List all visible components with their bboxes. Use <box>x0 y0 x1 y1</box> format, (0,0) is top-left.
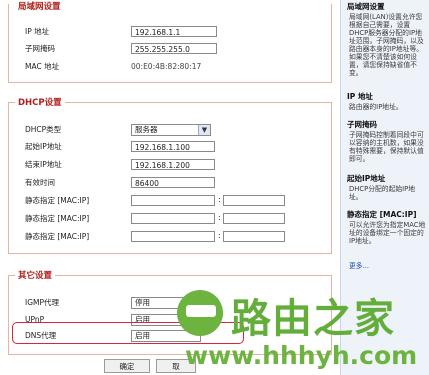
lease-time-label: 有效时间 <box>25 178 55 187</box>
help-start-text: DHCP分配的起始IP地址。 <box>349 185 416 201</box>
static-binding-ip-input[interactable] <box>223 213 285 224</box>
watermark-url: www.hhhyh.com <box>185 341 418 370</box>
ip-address-input[interactable]: 192.168.1.1 <box>131 26 217 37</box>
help-static-text: 可以允许您为指定MAC地址的设备绑定一个固定的IP地址。 <box>349 221 426 245</box>
igmp-proxy-value: 停用 <box>135 298 150 307</box>
static-binding-mac-input[interactable] <box>131 213 215 224</box>
colon-separator: : <box>218 213 221 222</box>
mac-address-value: 00:E0:4B:82:80:17 <box>131 62 202 71</box>
end-ip-label: 结束IP地址 <box>25 160 62 169</box>
dhcp-type-label: DHCP类型 <box>25 125 62 134</box>
other-settings-title: 其它设置 <box>15 269 56 281</box>
end-ip-input[interactable]: 192.168.1.200 <box>131 159 215 170</box>
help-mask-text: 子网掩码控制着同段中可以容纳的主机数，如果没有特殊需要，保持默认值即可。 <box>349 131 424 163</box>
dhcp-type-select[interactable]: 服务器 ▼ <box>131 124 211 136</box>
ip-address-label: IP 地址 <box>25 27 50 36</box>
dhcp-settings-title: DHCP设置 <box>15 96 65 108</box>
static-binding-label: 静态指定 [MAC:IP] <box>25 214 90 223</box>
igmp-proxy-label: IGMP代理 <box>25 298 60 307</box>
subnet-mask-input[interactable]: 255.255.255.0 <box>131 43 217 54</box>
ok-button[interactable]: 确定 <box>104 359 150 373</box>
lan-settings-panel: 局域网设置 IP 地址 192.168.1.1 子网掩码 255.255.255… <box>8 0 332 83</box>
static-binding-mac-input[interactable] <box>131 195 215 206</box>
help-start-title: 起始IP地址 <box>347 174 386 183</box>
dhcp-type-value: 服务器 <box>135 125 158 134</box>
router-logo-icon <box>177 290 223 336</box>
dhcp-settings-panel: DHCP设置 DHCP类型 服务器 ▼ 起始IP地址 192.168.1.100… <box>8 96 332 254</box>
help-ip-title: IP 地址 <box>347 92 373 101</box>
help-lan-title: 局域网设置 <box>347 2 385 11</box>
static-binding-ip-input[interactable] <box>223 195 285 206</box>
start-ip-input[interactable]: 192.168.1.100 <box>131 141 215 152</box>
watermark-brand: 路由之家 <box>231 296 395 342</box>
colon-separator: : <box>218 231 221 240</box>
help-mask-title: 子网掩码 <box>347 120 377 129</box>
chevron-down-icon[interactable]: ▼ <box>198 125 210 135</box>
watermark-logo: 路由之家 www.hhhyh.com <box>175 284 429 375</box>
help-more-link[interactable]: 更多... <box>349 262 369 270</box>
start-ip-label: 起始IP地址 <box>25 142 62 151</box>
static-binding-label: 静态指定 [MAC:IP] <box>25 196 90 205</box>
help-ip-text: 路由器的IP地址。 <box>349 103 403 111</box>
lease-time-input[interactable]: 86400 <box>131 177 215 188</box>
mac-address-label: MAC 地址 <box>25 62 60 71</box>
subnet-mask-label: 子网掩码 <box>25 44 55 53</box>
help-lan-text: 局域网(LAN)设置允许您根据自己需要，设置DHCP服务器分配的IP地址范围，子… <box>349 13 424 77</box>
static-binding-label: 静态指定 [MAC:IP] <box>25 232 90 241</box>
help-static-title: 静态指定 [MAC:IP] <box>347 210 417 219</box>
colon-separator: : <box>218 195 221 204</box>
static-binding-ip-input[interactable] <box>223 231 285 242</box>
static-binding-mac-input[interactable] <box>131 231 215 242</box>
lan-settings-title: 局域网设置 <box>15 0 64 12</box>
